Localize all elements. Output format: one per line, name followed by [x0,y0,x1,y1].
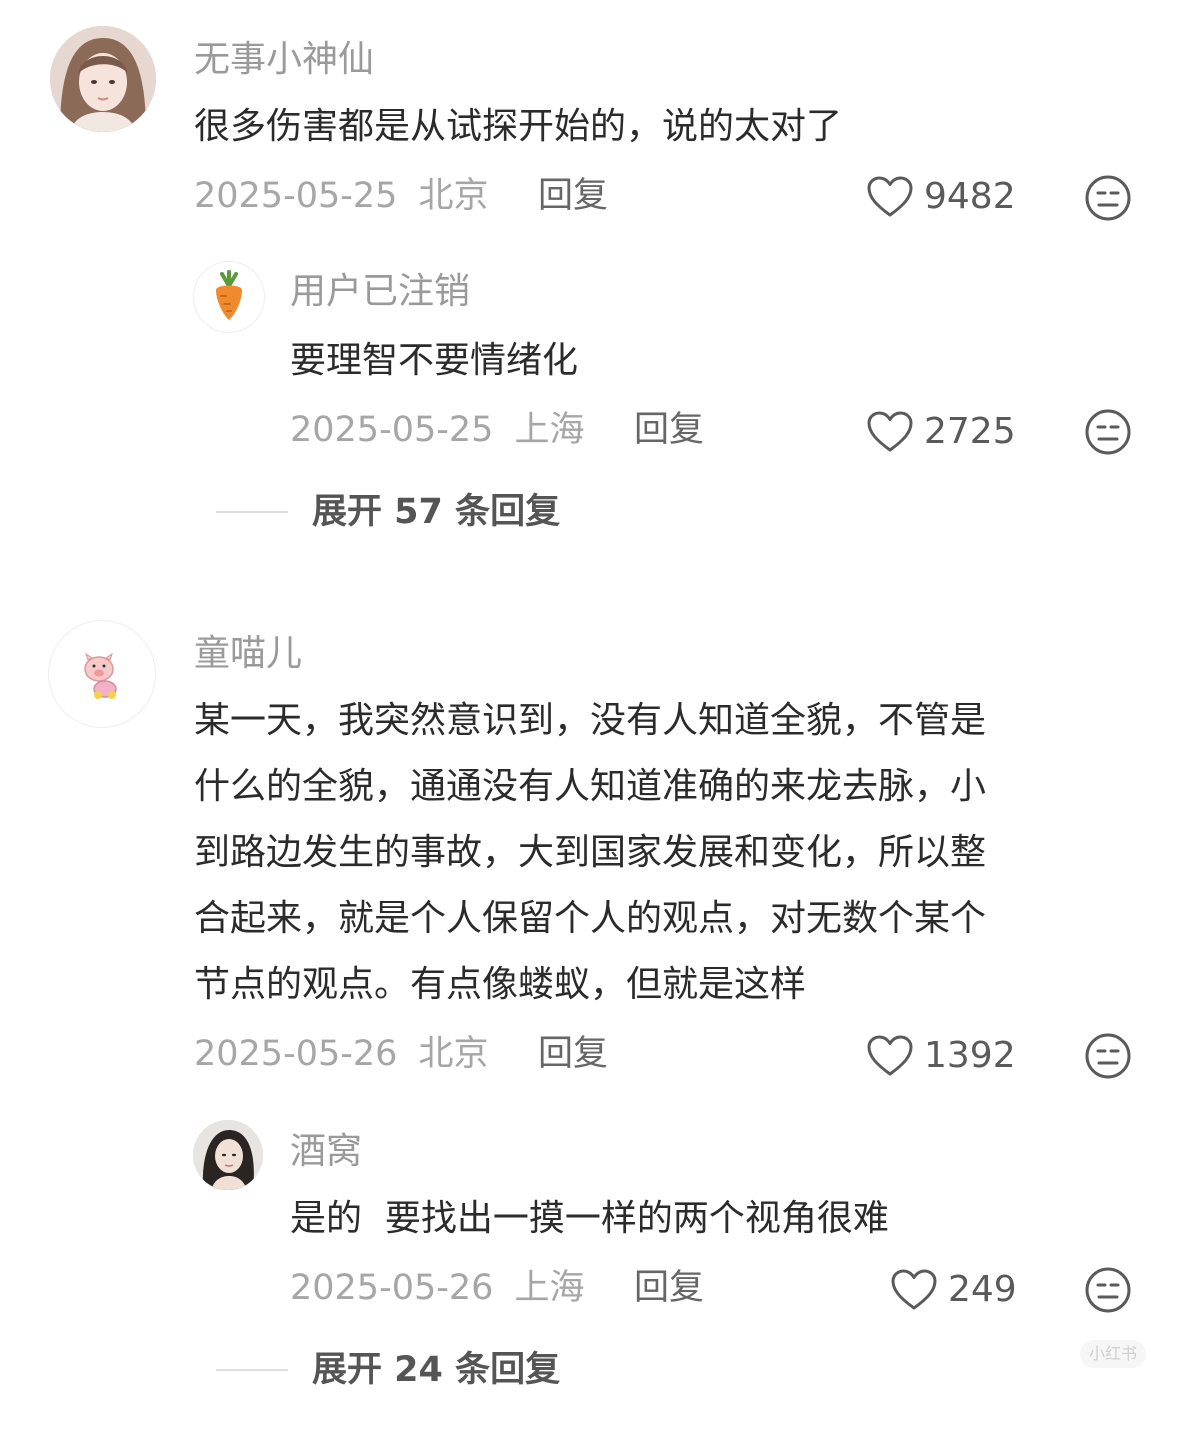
meh-face-icon [1085,1033,1131,1079]
reply-date: 2025-05-25 上海 [290,408,585,452]
expand-replies-button[interactable]: 展开 57 条回复 [216,490,560,534]
reply-text: 要理智不要情绪化 [290,340,579,381]
reply-button[interactable]: 回复 [634,408,704,452]
like-count: 249 [948,1269,1017,1310]
reply-date-value: 2025-05-25 [290,410,494,450]
dislike-button[interactable] [1084,1266,1132,1314]
like-count: 2725 [924,411,1016,452]
comment-text-line: 节点的观点。有点像蝼蚁，但就是这样 [194,964,807,1005]
pig-cartoon-avatar-icon [84,652,117,699]
comment-date: 2025-05-26 北京 [194,1032,489,1076]
carrot-avatar-icon [216,270,242,320]
heart-outline-icon [867,411,913,452]
comment-date-value: 2025-05-25 [194,176,398,216]
dislike-button[interactable] [1084,174,1132,222]
reply-location: 上海 [514,1268,585,1308]
watermark-logo: 小红书 [1080,1340,1146,1368]
reply-button[interactable]: 回复 [538,174,608,218]
comment-date: 2025-05-25 北京 [194,174,489,218]
reply-text: 是的 要找出一摸一样的两个视角很难 [290,1198,889,1239]
avatar[interactable] [50,26,156,132]
reply-button[interactable]: 回复 [538,1032,608,1076]
expand-replies-label: 展开 57 条回复 [312,492,561,532]
dislike-button[interactable] [1084,1032,1132,1080]
comment-location: 北京 [418,1034,489,1074]
reply-date: 2025-05-26 上海 [290,1266,585,1310]
expand-replies-label: 展开 24 条回复 [312,1350,561,1390]
comment-text: 很多伤害都是从试探开始的，说的太对了 [194,106,843,147]
comment-date-value: 2025-05-26 [194,1034,398,1074]
reply-button[interactable]: 回复 [634,1266,704,1310]
meh-face-icon [1085,175,1131,221]
comment-text-line: 合起来，就是个人保留个人的观点，对无数个某个 [194,898,987,939]
girl-photo-avatar-icon [50,26,156,132]
like-count: 1392 [924,1035,1016,1076]
like-button[interactable]: 1392 [866,1032,1016,1080]
heart-outline-icon [867,1035,913,1076]
comment-text: 某一天，我突然意识到，没有人知道全貌，不管是 什么的全貌，通通没有人知道准确的来… [194,688,986,1018]
reply-date-value: 2025-05-26 [290,1268,494,1308]
woman-photo-avatar-icon [193,1120,263,1190]
like-button[interactable]: 2725 [866,408,1016,456]
expand-divider [216,1369,288,1371]
comment-username[interactable]: 无事小神仙 [194,38,374,82]
avatar[interactable] [48,620,156,728]
comment-location: 北京 [418,176,489,216]
like-button[interactable]: 249 [890,1266,1017,1314]
heart-outline-icon [891,1269,937,1310]
meh-face-icon [1085,409,1131,455]
reply-username[interactable]: 酒窝 [290,1130,362,1174]
reply-username[interactable]: 用户已注销 [290,270,470,314]
like-button[interactable]: 9482 [866,173,1016,221]
comment-text-line: 到路边发生的事故，大到国家发展和变化，所以整 [194,832,987,873]
comment-username[interactable]: 童喵儿 [194,632,302,676]
expand-divider [216,511,288,513]
expand-replies-button[interactable]: 展开 24 条回复 [216,1348,560,1392]
like-count: 9482 [924,176,1016,217]
reply-location: 上海 [514,410,585,450]
comment-text-line: 什么的全貌，通通没有人知道准确的来龙去脉，小 [194,766,987,807]
meh-face-icon [1085,1267,1131,1313]
avatar[interactable] [193,1120,263,1190]
dislike-button[interactable] [1084,408,1132,456]
avatar[interactable] [193,261,265,333]
comment-text-line: 某一天，我突然意识到，没有人知道全貌，不管是 [194,700,987,741]
heart-outline-icon [867,176,913,217]
